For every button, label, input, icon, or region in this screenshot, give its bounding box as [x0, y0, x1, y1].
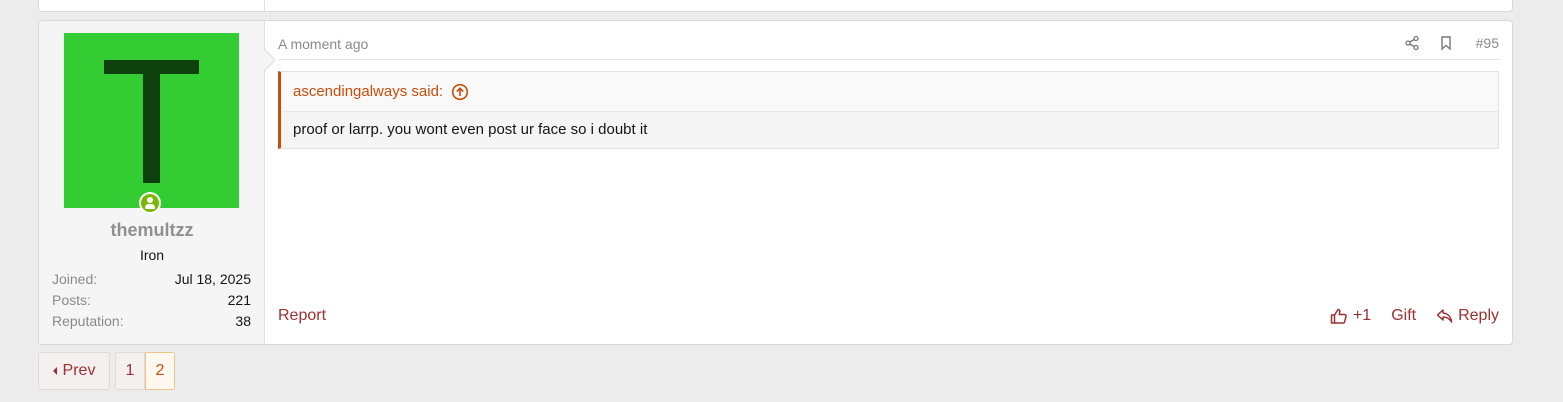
post-header: A moment ago #95	[278, 33, 1499, 60]
avatar[interactable]	[64, 33, 239, 208]
share-icon[interactable]	[1404, 35, 1420, 51]
like-button[interactable]: +1	[1330, 307, 1371, 325]
reply-arrow-icon	[1436, 308, 1453, 324]
stat-row-joined: Joined: Jul 18, 2025	[52, 270, 251, 291]
stat-value: 38	[235, 313, 251, 329]
prev-label: Prev	[62, 362, 96, 379]
like-count: +1	[1352, 307, 1372, 324]
post-footer: Report +1 Gift Reply	[278, 306, 1499, 328]
page-numbers: 1 2	[115, 352, 175, 390]
prev-page-button[interactable]: Prev	[38, 352, 110, 390]
pagination: Prev 1 2	[38, 352, 175, 390]
post-footer-actions: +1 Gift Reply	[1330, 307, 1499, 325]
reply-label: Reply	[1458, 307, 1499, 324]
page-2-button-current[interactable]: 2	[145, 352, 175, 390]
quote-block: ascendingalways said: proof or larrp. yo…	[278, 71, 1499, 149]
post-number[interactable]: #95	[1476, 35, 1499, 51]
quote-text: proof or larrp. you wont even post ur fa…	[281, 112, 1498, 148]
stat-value: 221	[227, 292, 251, 308]
post-header-actions: #95	[1404, 35, 1499, 51]
stat-label: Reputation:	[52, 313, 124, 329]
circle-arrow-up-icon[interactable]	[451, 83, 469, 101]
username[interactable]: themultzz	[39, 220, 265, 241]
post-main-cell: A moment ago #95 ascendingalways said: p…	[265, 21, 1512, 344]
gift-button[interactable]: Gift	[1391, 307, 1416, 325]
post-timestamp[interactable]: A moment ago	[278, 36, 368, 52]
stat-label: Posts:	[52, 292, 91, 308]
quote-attribution[interactable]: ascendingalways said:	[293, 83, 443, 100]
reply-button[interactable]: Reply	[1436, 307, 1499, 325]
stat-label: Joined:	[52, 271, 98, 287]
page-1-button[interactable]: 1	[115, 352, 145, 390]
post: themultzz Iron Joined: Jul 18, 2025 Post…	[38, 20, 1513, 345]
user-stats: Joined: Jul 18, 2025 Posts: 221 Reputati…	[52, 270, 251, 333]
caret-left-icon	[52, 367, 57, 375]
user-info-cell: themultzz Iron Joined: Jul 18, 2025 Post…	[39, 21, 276, 344]
stat-value: Jul 18, 2025	[174, 271, 251, 287]
user-title: Iron	[139, 247, 165, 263]
stat-row-posts: Posts: 221	[52, 291, 251, 312]
bookmark-icon[interactable]	[1438, 35, 1454, 51]
quote-attribution-row: ascendingalways said:	[281, 72, 1498, 112]
report-link[interactable]: Report	[278, 307, 326, 325]
previous-post-edge	[38, 0, 1513, 12]
user-online-icon	[139, 192, 161, 214]
avatar-letter-stem	[143, 60, 160, 183]
stat-row-reputation: Reputation: 38	[52, 312, 251, 333]
thumbs-up-icon	[1330, 307, 1348, 325]
